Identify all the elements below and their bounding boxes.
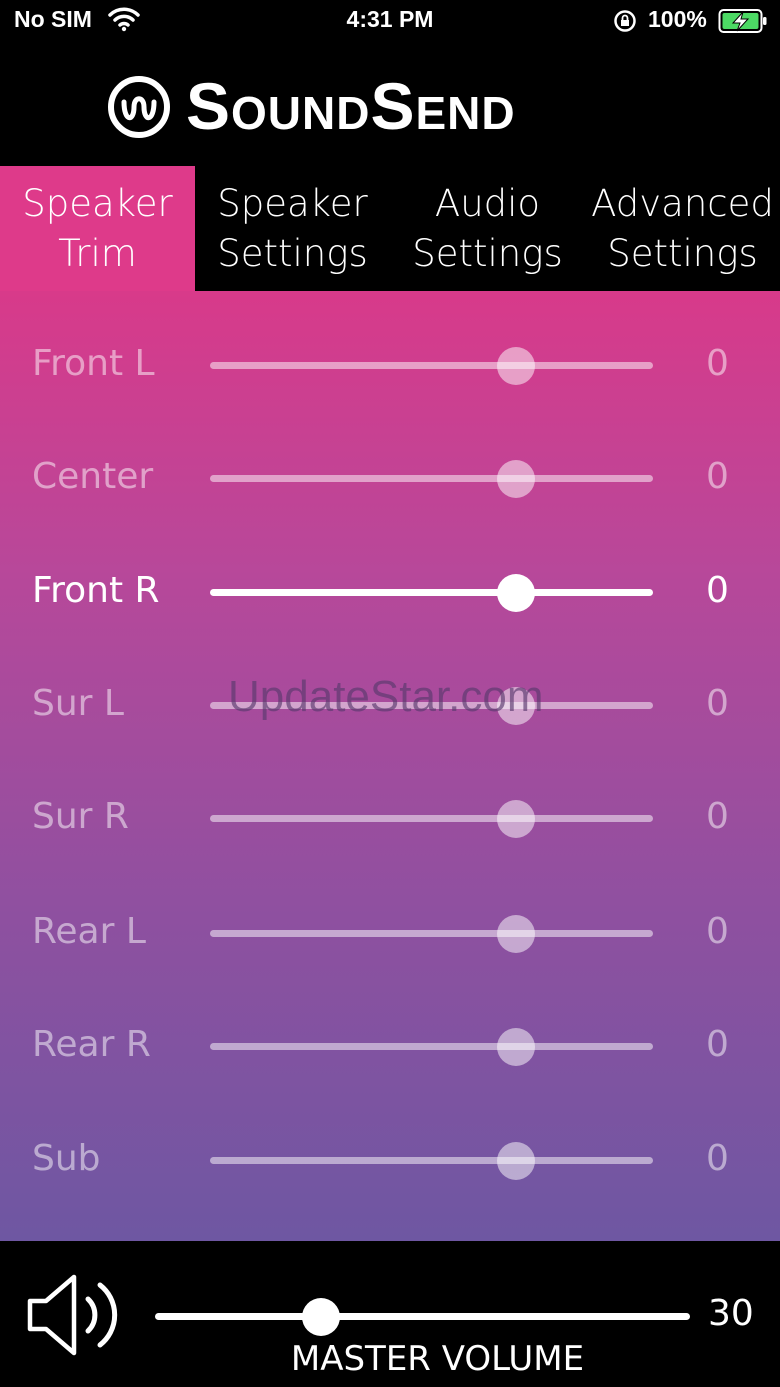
trim-value: 0 [706,456,729,497]
master-volume-bar: 30 MASTER VOLUME [0,1241,780,1387]
master-volume-thumb[interactable] [301,1298,340,1336]
channel-row-rear-l: Rear L 0 [0,903,780,963]
trim-slider-thumb[interactable] [496,1028,535,1066]
tab-label: Audio Settings [412,181,563,275]
trim-slider-thumb[interactable] [496,915,535,953]
channel-label: Rear R [32,1024,151,1065]
trim-value: 0 [706,570,729,611]
battery-percent: 100% [648,6,707,32]
tab-label: Speaker Trim [22,181,173,275]
trim-slider-thumb[interactable] [496,574,535,612]
trim-slider-thumb[interactable] [496,1142,535,1180]
tab-label: Speaker Settings [217,181,368,275]
status-bar: No SIM 4:31 PM 100% [0,0,780,44]
brand-title: SoundSend [186,69,516,143]
master-volume-value: 30 [708,1293,754,1334]
channel-row-front-r: Front R 0 [0,562,780,622]
channel-row-front-l: Front L 0 [0,335,780,395]
channel-label: Sur R [32,796,129,837]
waveform-circle-icon [108,76,170,138]
trim-slider-track[interactable] [210,815,653,822]
channel-label: Sub [32,1138,101,1179]
master-volume-label: MASTER VOLUME [290,1339,585,1379]
trim-value: 0 [706,1024,729,1065]
app-header: SoundSend [0,44,780,166]
tab-bar: Speaker Trim Speaker Settings Audio Sett… [0,166,780,291]
channel-row-sur-r: Sur R 0 [0,788,780,848]
master-volume-track[interactable] [155,1313,690,1320]
channel-label: Center [32,456,154,497]
channel-label: Front R [32,570,160,611]
speaker-volume-icon[interactable] [26,1271,126,1359]
trim-value: 0 [706,683,729,724]
trim-value: 0 [706,911,729,952]
trim-value: 0 [706,796,729,837]
trim-slider-thumb[interactable] [496,460,535,498]
trim-slider-track[interactable] [210,1043,653,1050]
trim-slider-track[interactable] [210,1157,653,1164]
battery-charging-icon [718,9,767,33]
trim-slider-thumb[interactable] [496,347,535,385]
channel-label: Rear L [32,911,146,952]
trim-slider-thumb[interactable] [496,800,535,838]
trim-slider-track[interactable] [210,475,653,482]
channel-row-center: Center 0 [0,448,780,508]
tab-audio-settings[interactable]: Audio Settings [390,166,585,291]
trim-value: 0 [706,343,729,384]
trim-value: 0 [706,1138,729,1179]
tab-speaker-trim[interactable]: Speaker Trim [0,166,195,291]
tab-label: Advanced Settings [591,181,774,275]
channel-row-rear-r: Rear R 0 [0,1016,780,1076]
trim-slider-track[interactable] [210,930,653,937]
watermark: UpdateStar.com [228,672,544,721]
trim-slider-track[interactable] [210,362,653,369]
channel-label: Front L [32,343,155,384]
channel-row-sub: Sub 0 [0,1130,780,1190]
speaker-trim-panel: Front L 0 Center 0 Front R 0 Sur L 0 Sur… [0,291,780,1241]
trim-slider-track[interactable] [210,589,653,596]
channel-label: Sur L [32,683,124,724]
tab-speaker-settings[interactable]: Speaker Settings [195,166,390,291]
tab-advanced-settings[interactable]: Advanced Settings [585,166,780,291]
orientation-lock-icon [614,10,636,32]
